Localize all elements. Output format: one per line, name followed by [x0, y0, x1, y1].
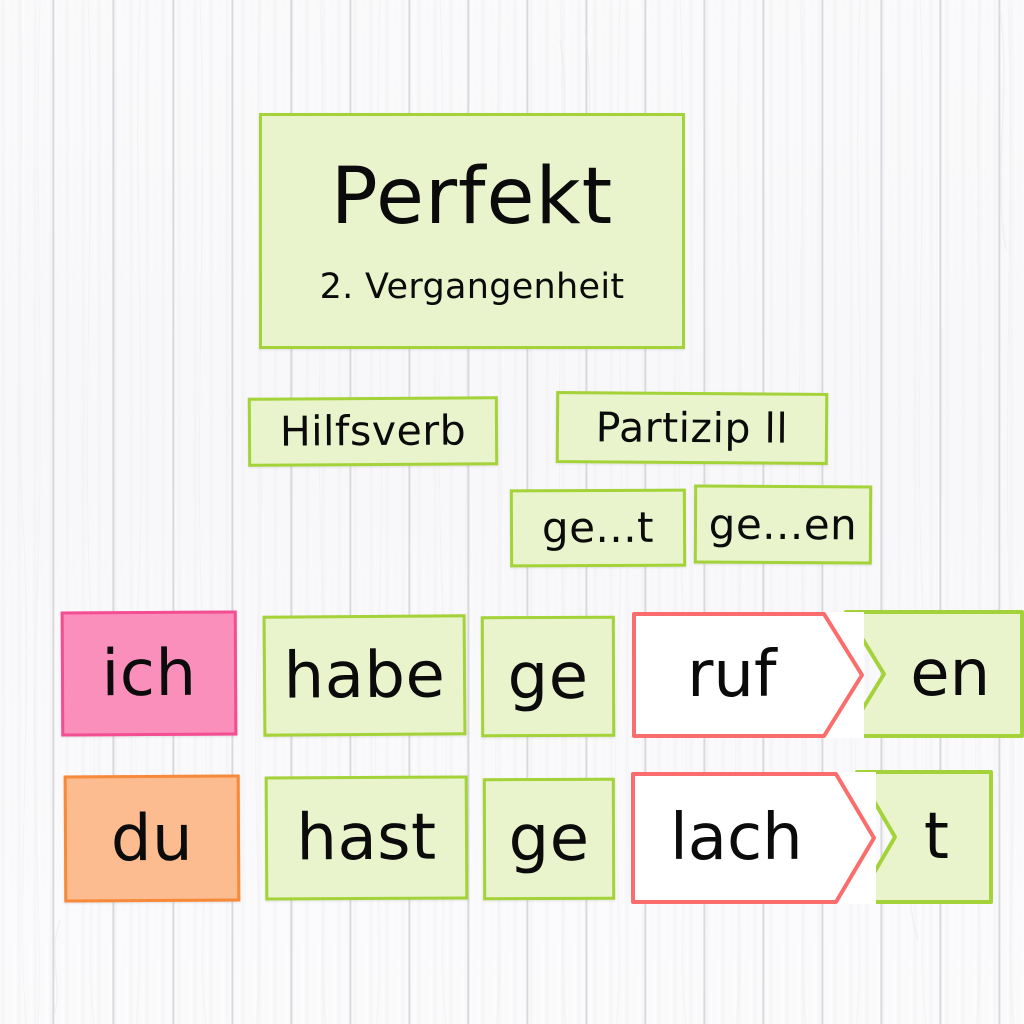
pronoun-ich: ich [101, 636, 197, 711]
page-title: Perfekt [330, 151, 614, 242]
stem-card-lach: lach [631, 772, 876, 904]
auxiliary-card-habe: habe · [262, 614, 467, 737]
prefix-card-ge-row1: ge · [480, 615, 616, 738]
label-card-hilfsverb: Hilfsverb · [247, 396, 499, 467]
pattern-card-strong: ge...en · [693, 484, 873, 565]
prefix-ge: ge [507, 639, 589, 714]
watermark: · [676, 555, 679, 561]
label-partizip: Partizip ll [595, 402, 789, 453]
stem-card-ruf: ruf [632, 612, 864, 738]
plank-seam [998, 0, 1001, 1024]
stem-lach: lach [669, 801, 803, 875]
watermark: · [458, 888, 461, 893]
watermark: · [1015, 727, 1017, 733]
watermark: · [488, 453, 491, 459]
prefix-card-ge-row2: ge · [482, 777, 616, 901]
plank-seam [52, 0, 55, 1024]
pronoun-du: du [110, 801, 194, 876]
ending-en: en [910, 637, 991, 711]
ending-t: t [923, 800, 949, 874]
pronoun-card-ich: ich [60, 610, 238, 737]
prefix-ge: ge [508, 801, 590, 877]
watermark: · [605, 888, 608, 894]
wood-board-background: Perfekt 2. Vergangenheit · Hilfsverb · P… [0, 0, 1024, 1024]
ending-card-en: en · [844, 610, 1024, 738]
pronoun-card-du: du [63, 774, 241, 903]
pattern-card-weak: ge...t · [509, 488, 687, 568]
auxiliary-hast: hast [296, 800, 437, 876]
stem-ruf: ruf [687, 638, 777, 712]
auxiliary-habe: habe [283, 637, 446, 714]
watermark: · [456, 723, 459, 729]
pattern-strong: ge...en [708, 499, 858, 549]
pattern-weak: ge...t [541, 502, 655, 553]
title-card: Perfekt 2. Vergangenheit · [259, 113, 685, 349]
watermark: · [861, 553, 864, 558]
watermark: · [817, 453, 820, 459]
label-hilfsverb: Hilfsverb [279, 406, 467, 456]
page-subtitle: 2. Vergangenheit [319, 266, 625, 307]
watermark: · [675, 337, 677, 343]
label-card-partizip: Partizip ll · [555, 391, 829, 465]
watermark: · [984, 893, 986, 899]
watermark: · [605, 725, 608, 731]
auxiliary-card-hast: hast · [264, 775, 469, 901]
